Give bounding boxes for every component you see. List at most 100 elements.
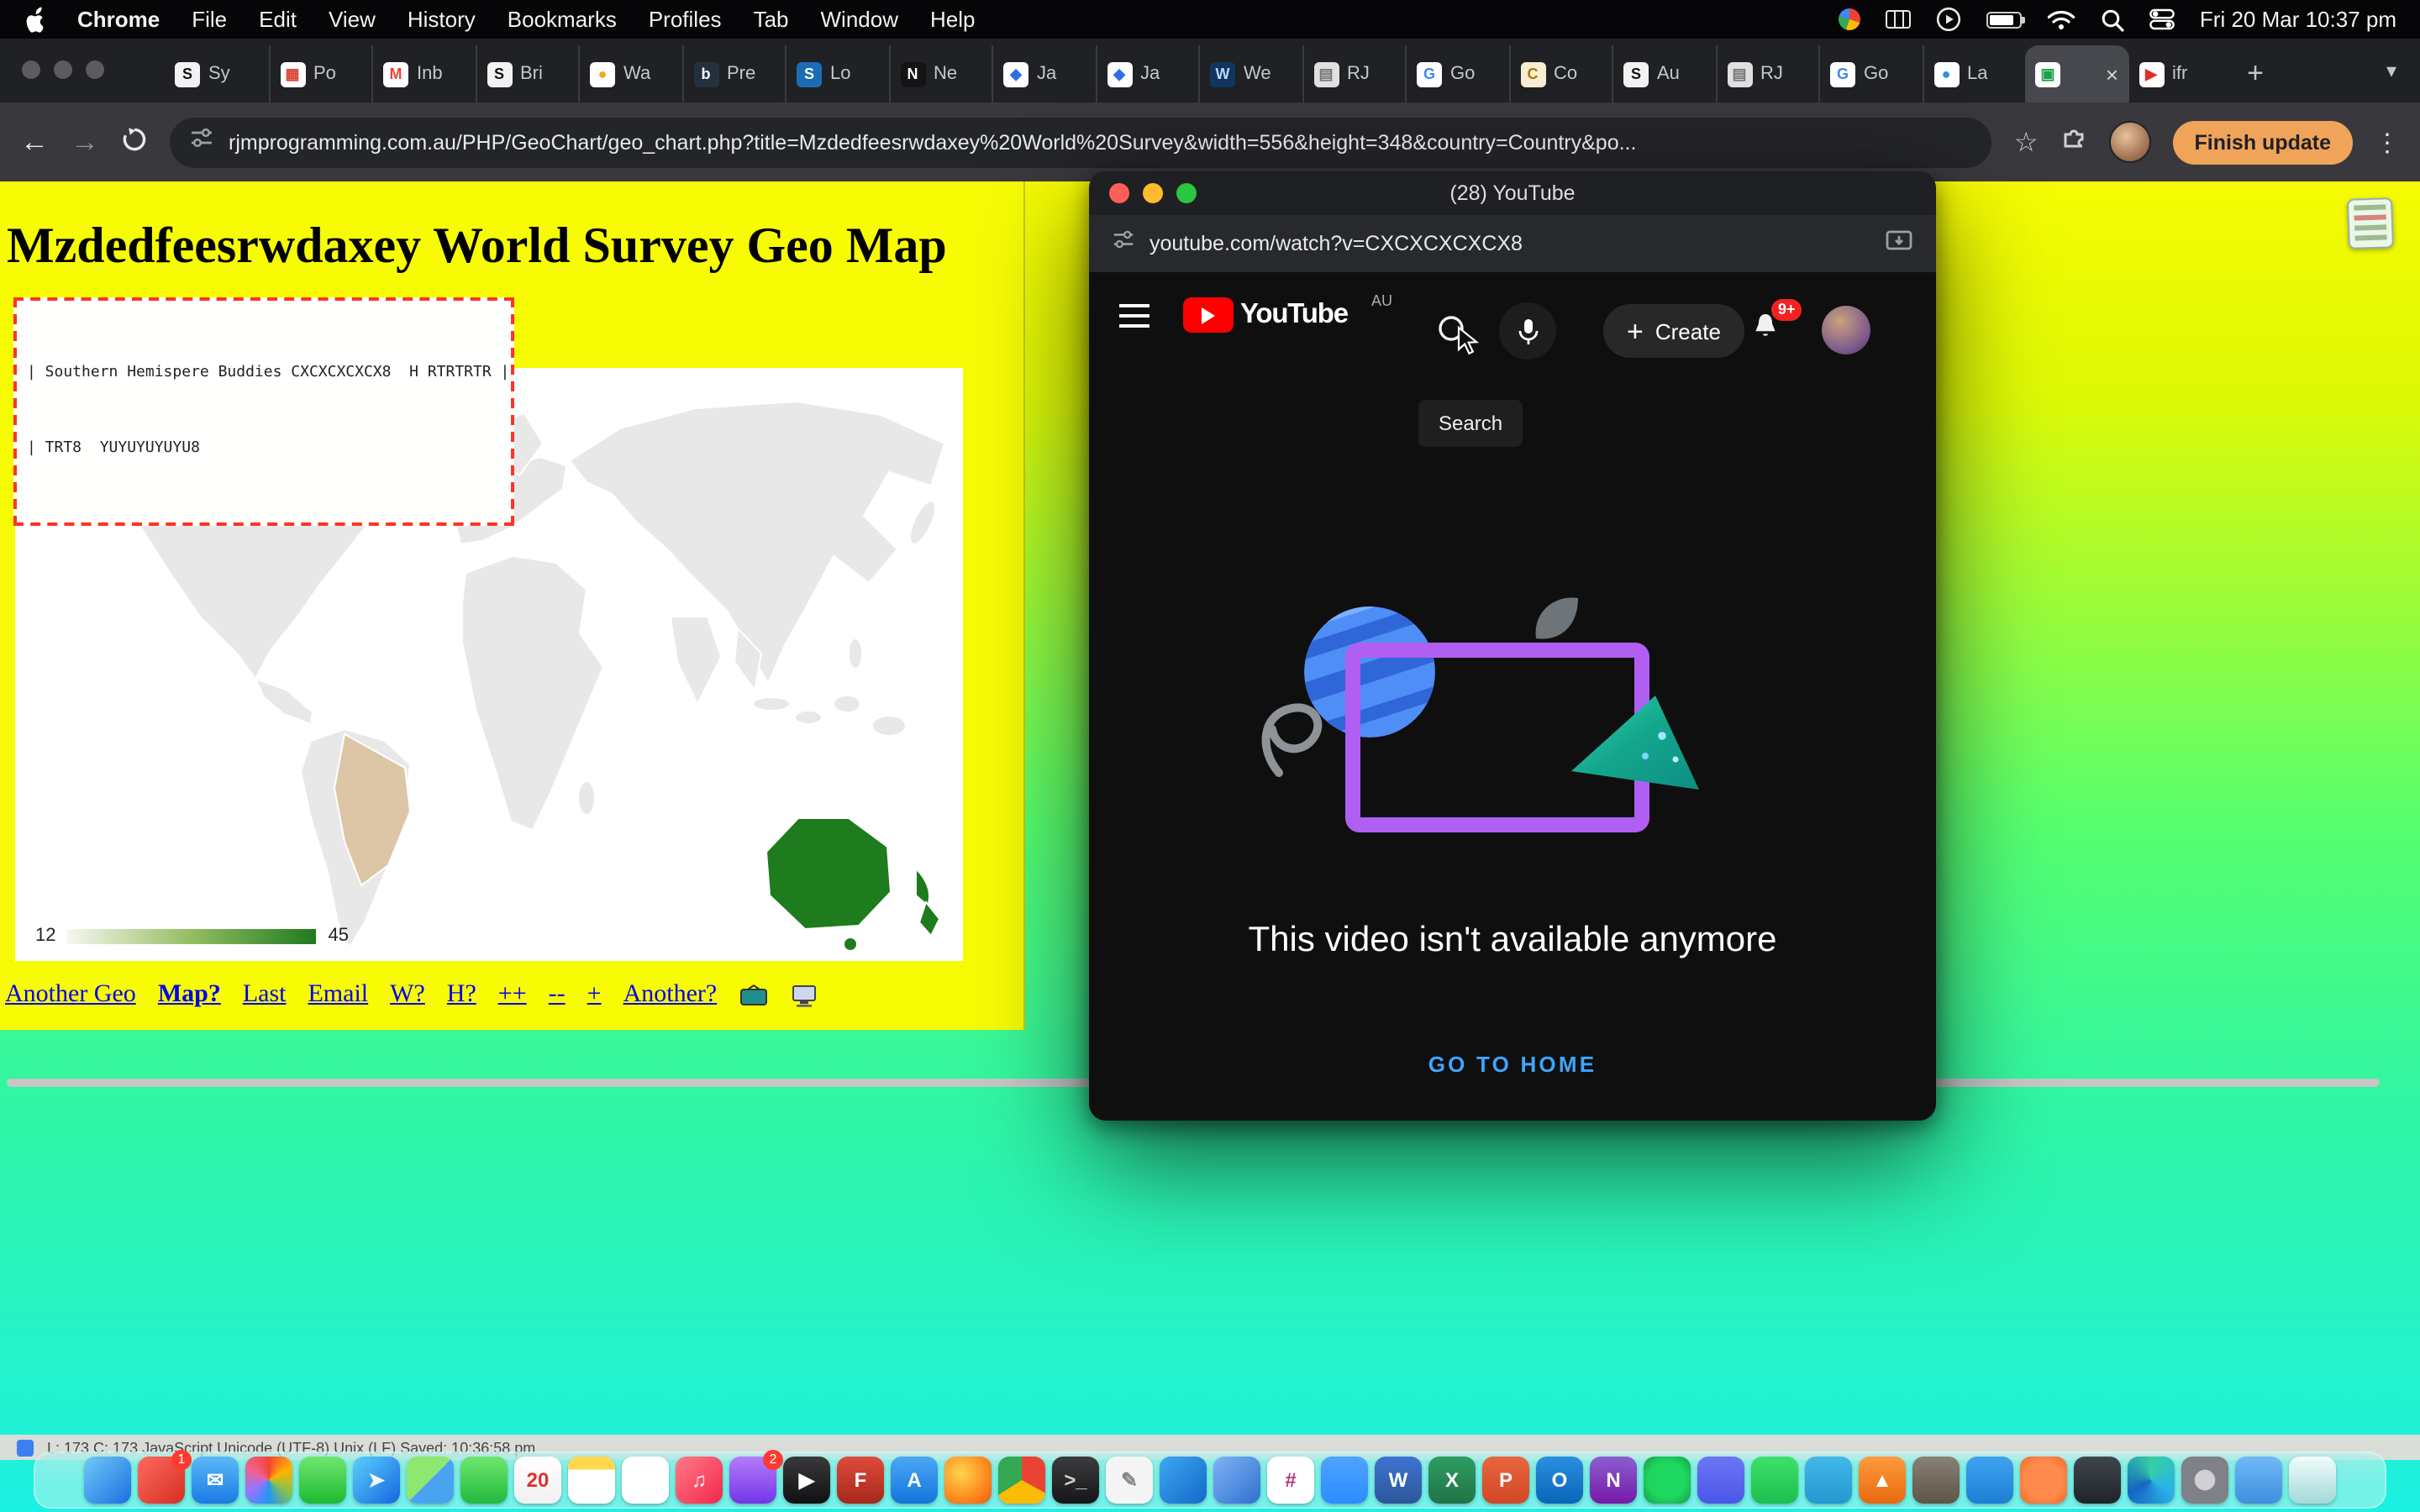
page-link[interactable]: Another? bbox=[623, 981, 718, 1010]
youtube-titlebar[interactable]: (28) YouTube bbox=[1089, 171, 1936, 215]
browser-tab[interactable]: G Go bbox=[1818, 45, 1922, 102]
browser-tab[interactable]: S Lo bbox=[785, 45, 888, 102]
menu-item[interactable]: View bbox=[329, 7, 376, 32]
menu-item[interactable]: Profiles bbox=[649, 7, 722, 32]
dock-item-xcode[interactable] bbox=[1213, 1457, 1260, 1504]
dock-item-word[interactable]: W bbox=[1375, 1457, 1422, 1504]
menu-item[interactable]: Edit bbox=[259, 7, 297, 32]
browser-tab[interactable]: M Inb bbox=[371, 45, 475, 102]
dock-item-notes[interactable] bbox=[568, 1457, 615, 1504]
page-link[interactable]: ++ bbox=[498, 981, 527, 1010]
dock-item-filezilla[interactable]: F bbox=[837, 1457, 884, 1504]
browser-tab[interactable]: S Sy bbox=[165, 45, 268, 102]
create-button[interactable]: + Create bbox=[1603, 304, 1744, 358]
dock-item-app-red[interactable]: 1 bbox=[138, 1457, 185, 1504]
new-tab-button[interactable]: + bbox=[2232, 45, 2279, 102]
dock-item-messages[interactable] bbox=[299, 1457, 346, 1504]
youtube-window-controls[interactable] bbox=[1109, 182, 1197, 202]
voice-search-icon[interactable] bbox=[1499, 302, 1556, 360]
browser-tab[interactable]: S Au bbox=[1612, 45, 1715, 102]
dock-item-facetime[interactable] bbox=[460, 1457, 508, 1504]
dock-item-settings[interactable] bbox=[2181, 1457, 2228, 1504]
dock-item-zoom[interactable] bbox=[1321, 1457, 1368, 1504]
screen-play-icon[interactable] bbox=[1936, 7, 1961, 32]
window-controls[interactable] bbox=[22, 60, 104, 79]
browser-tab[interactable]: ▶ ifr bbox=[2128, 45, 2232, 102]
chrome-menu-icon[interactable]: ⋮ bbox=[2375, 127, 2400, 157]
dock-item-excel[interactable]: X bbox=[1428, 1457, 1476, 1504]
browser-tab[interactable]: ◆ Ja bbox=[992, 45, 1095, 102]
dock-item-postman[interactable] bbox=[2020, 1457, 2067, 1504]
dock-item-vscode[interactable] bbox=[1160, 1457, 1207, 1504]
youtube-urlbar[interactable]: youtube.com/watch?v=CXCXCXCXCX8 bbox=[1089, 215, 1936, 272]
dock-item-trash[interactable] bbox=[2289, 1457, 2336, 1504]
site-settings-icon[interactable] bbox=[1113, 228, 1134, 259]
account-avatar[interactable] bbox=[1822, 306, 1870, 354]
menu-item[interactable]: History bbox=[408, 7, 476, 32]
browser-tab[interactable]: b Pre bbox=[681, 45, 785, 102]
extensions-puzzle-icon[interactable] bbox=[2060, 124, 2087, 160]
browser-tab[interactable]: S Bri bbox=[475, 45, 578, 102]
dock-item-onenote[interactable]: N bbox=[1590, 1457, 1637, 1504]
spotlight-icon[interactable] bbox=[2101, 8, 2124, 31]
floating-note-icon[interactable] bbox=[2347, 197, 2394, 249]
apple-menu-icon[interactable] bbox=[24, 6, 50, 33]
back-button[interactable]: ← bbox=[20, 128, 49, 156]
page-link[interactable]: H? bbox=[447, 981, 476, 1010]
dock-item-photos[interactable] bbox=[245, 1457, 292, 1504]
battery-icon[interactable] bbox=[1986, 11, 2022, 28]
youtube-logo[interactable]: YouTube bbox=[1183, 297, 1348, 333]
dock-item-downloads[interactable] bbox=[2235, 1457, 2282, 1504]
dock-item-maps[interactable] bbox=[407, 1457, 454, 1504]
hamburger-menu-icon[interactable] bbox=[1119, 304, 1150, 328]
page-link[interactable]: W? bbox=[390, 981, 425, 1010]
dock-item-finder[interactable] bbox=[84, 1457, 131, 1504]
browser-tab[interactable]: C Co bbox=[1508, 45, 1612, 102]
menu-item[interactable]: Help bbox=[930, 7, 976, 32]
dock-item-appstore[interactable]: A bbox=[891, 1457, 938, 1504]
computer-icon[interactable] bbox=[789, 984, 818, 1007]
dock-item-podcasts[interactable]: 2 bbox=[729, 1457, 776, 1504]
dock-item-whatsapp[interactable] bbox=[1751, 1457, 1798, 1504]
menu-item[interactable]: Bookmarks bbox=[508, 7, 617, 32]
browser-tab[interactable]: ▣ × bbox=[2025, 45, 2128, 102]
dock-item-music[interactable]: ♫ bbox=[676, 1457, 723, 1504]
tab-close-icon[interactable]: × bbox=[2106, 61, 2118, 87]
browser-tab[interactable]: ◆ Ja bbox=[1095, 45, 1198, 102]
browser-tab[interactable]: N Ne bbox=[888, 45, 992, 102]
dock-item-gimp[interactable] bbox=[1912, 1457, 1960, 1504]
omnibox[interactable]: rjmprogramming.com.au/PHP/GeoChart/geo_c… bbox=[170, 117, 1992, 167]
menu-item[interactable]: Tab bbox=[754, 7, 789, 32]
menu-item[interactable]: File bbox=[192, 7, 227, 32]
dock-item-docker[interactable] bbox=[1966, 1457, 2013, 1504]
wifi-icon[interactable] bbox=[2047, 9, 2075, 29]
tab-search-chevron-icon[interactable]: ▾ bbox=[2386, 59, 2396, 82]
browser-tab[interactable]: ● Wa bbox=[578, 45, 681, 102]
browser-tab[interactable]: G Go bbox=[1405, 45, 1508, 102]
dock-item-telegram[interactable] bbox=[1805, 1457, 1852, 1504]
dock-item-chrome[interactable] bbox=[998, 1457, 1045, 1504]
browser-tab[interactable]: ● La bbox=[1922, 45, 2025, 102]
dock-item-github[interactable] bbox=[2074, 1457, 2121, 1504]
dock-item-mail[interactable]: ✉ bbox=[192, 1457, 239, 1504]
dock-item-edge[interactable] bbox=[2128, 1457, 2175, 1504]
dock-item-textedit[interactable]: ✎ bbox=[1106, 1457, 1153, 1504]
go-to-home-button[interactable]: GO TO HOME bbox=[1089, 1035, 1936, 1094]
page-link[interactable]: Map? bbox=[158, 981, 221, 1010]
browser-tab[interactable]: ▤ RJ bbox=[1302, 45, 1405, 102]
dock-item-spotify[interactable] bbox=[1644, 1457, 1691, 1504]
bookmark-star-icon[interactable]: ☆ bbox=[2014, 125, 2039, 159]
site-settings-icon[interactable] bbox=[190, 126, 213, 158]
dock-item-discord[interactable] bbox=[1697, 1457, 1744, 1504]
reload-button[interactable] bbox=[121, 126, 148, 158]
forward-button[interactable]: → bbox=[71, 128, 99, 156]
dock-item-reminders[interactable] bbox=[622, 1457, 669, 1504]
profile-avatar[interactable] bbox=[2109, 121, 2151, 163]
browser-tab[interactable]: W We bbox=[1198, 45, 1302, 102]
menubar-clock[interactable]: Fri 20 Mar 10:37 pm bbox=[2200, 7, 2396, 32]
page-link[interactable]: -- bbox=[549, 981, 566, 1010]
browser-tab[interactable]: ▦ Po bbox=[268, 45, 371, 102]
display-grid-icon[interactable] bbox=[1886, 10, 1911, 29]
menu-item[interactable]: Window bbox=[821, 7, 899, 32]
dock-item-terminal[interactable]: >_ bbox=[1052, 1457, 1099, 1504]
